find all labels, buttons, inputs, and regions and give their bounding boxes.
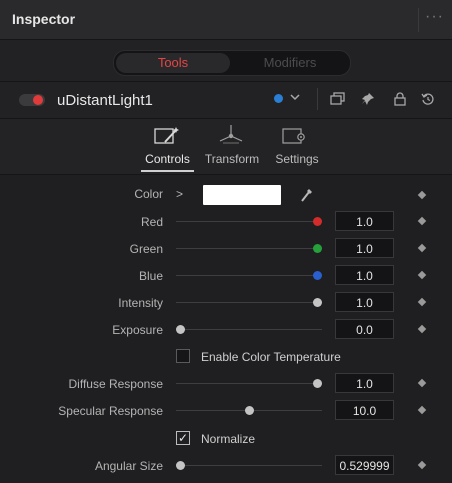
color-expand-chevron[interactable]: > [176,187,186,201]
tab-transform[interactable]: Transform [202,152,262,166]
intensity-label: Intensity [118,296,163,310]
normalize-checkbox[interactable]: ✓ [176,431,190,445]
settings-gear-icon [282,126,310,150]
angular-size-label: Angular Size [94,459,163,473]
titlebar-divider [418,8,419,32]
intensity-slider-knob[interactable] [313,298,322,307]
controls-wand-icon [154,126,182,150]
intensity-slider-track[interactable] [176,302,322,303]
exposure-value-field[interactable]: 0.0 [335,319,394,339]
color-label: Color [134,187,163,201]
blue-slider-knob[interactable] [313,271,322,280]
angular-size-value-field[interactable]: 0.529999 [335,455,394,475]
node-enable-toggle[interactable] [19,94,45,106]
reset-icon[interactable] [421,92,435,110]
exposure-slider-track[interactable] [176,329,322,330]
green-label: Green [129,242,163,256]
red-slider-track[interactable] [176,221,322,222]
specular-response-label: Specular Response [58,404,163,418]
diffuse-value-field[interactable]: 1.0 [335,373,394,393]
enable-color-temperature-label: Enable Color Temperature [201,350,341,364]
pin-icon[interactable] [361,92,375,110]
angular-size-slider-track[interactable] [176,465,322,466]
color-swatch[interactable] [203,185,281,205]
specular-value-field[interactable]: 10.0 [335,400,394,420]
diffuse-slider-track[interactable] [176,383,322,384]
enable-color-temperature-checkbox[interactable] [176,349,190,363]
blue-label: Blue [138,269,163,283]
red-slider-knob[interactable] [313,217,322,226]
exposure-label: Exposure [112,323,163,337]
tab-modifiers[interactable]: Modifiers [232,53,348,73]
red-label: Red [140,215,163,229]
node-name[interactable]: uDistantLight1 [57,92,153,109]
eyedropper-icon[interactable] [300,187,314,207]
blue-slider-track[interactable] [176,275,322,276]
lock-icon[interactable] [394,92,406,110]
angular-size-slider-knob[interactable] [176,461,185,470]
tab-tools[interactable]: Tools [116,53,230,73]
diffuse-slider-knob[interactable] [313,379,322,388]
copy-icon[interactable] [330,92,346,110]
green-slider-knob[interactable] [313,244,322,253]
normalize-label: Normalize [201,432,256,446]
tab-settings[interactable]: Settings [270,152,324,166]
exposure-slider-knob[interactable] [176,325,185,334]
more-dots-icon[interactable]: ··· [425,8,444,26]
toggle-dot [33,95,43,105]
transform-axes-icon [217,124,245,150]
node-row-divider [317,88,318,110]
intensity-value-field[interactable]: 1.0 [335,292,394,312]
red-value-field[interactable]: 1.0 [335,211,394,231]
green-slider-track[interactable] [176,248,322,249]
specular-slider-knob[interactable] [245,406,254,415]
blue-value-field[interactable]: 1.0 [335,265,394,285]
inspector-title: Inspector [12,11,76,27]
active-tab-underline [141,170,194,172]
green-value-field[interactable]: 1.0 [335,238,394,258]
diffuse-response-label: Diffuse Response [68,377,164,391]
tab-controls[interactable]: Controls [141,152,194,166]
tools-modifiers-toggle: Tools Modifiers [113,50,351,76]
color-dot-icon[interactable] [274,94,283,103]
chevron-down-icon[interactable] [289,91,301,107]
